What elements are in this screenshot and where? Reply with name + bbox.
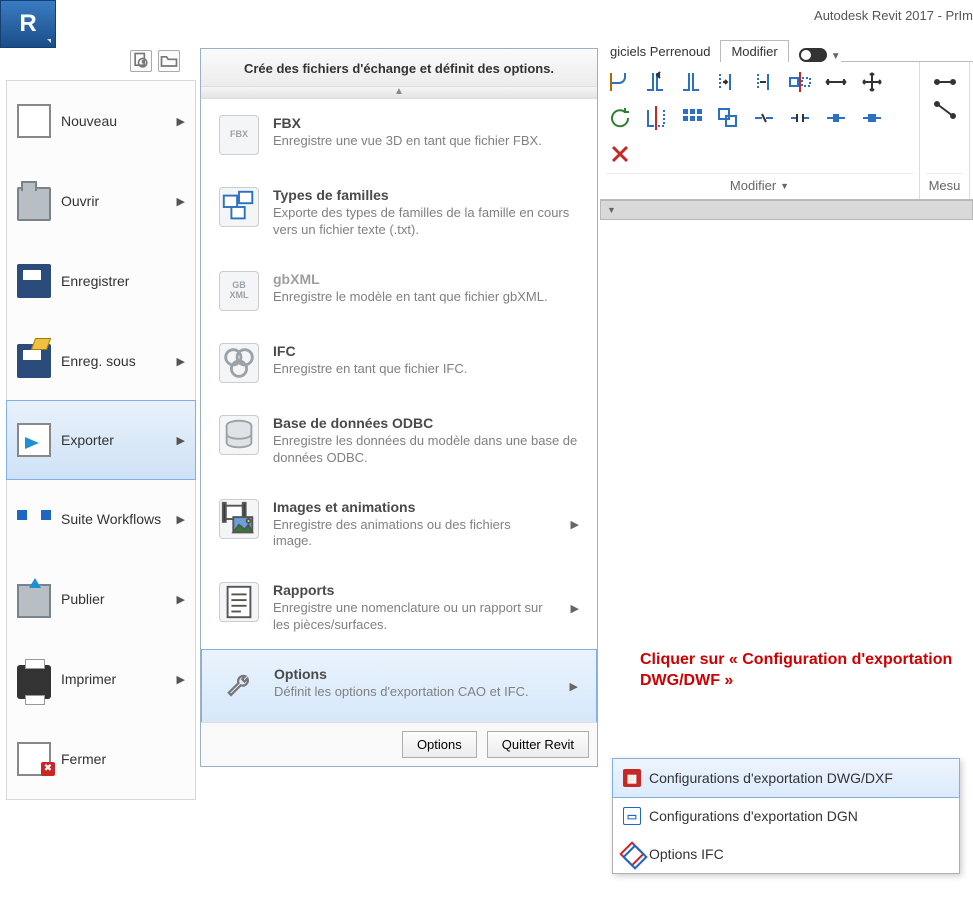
- scroll-up-indicator[interactable]: ▲: [201, 87, 597, 99]
- chevron-right-icon: ▶: [177, 673, 185, 686]
- menu-item-open[interactable]: Ouvrir▶: [7, 161, 195, 241]
- export-submenu: Crée des fichiers d'échange et définit d…: [200, 48, 598, 767]
- flyout-item-dgn[interactable]: ▭ Configurations d'exportation DGN: [613, 797, 959, 835]
- open-icon: [17, 187, 51, 221]
- print-icon: [17, 665, 51, 699]
- flyout-item-dwg-dxf[interactable]: ▦ Configurations d'exportation DWG/DXF: [612, 758, 960, 798]
- export-item-family-types[interactable]: Types de famillesExporte des types de fa…: [201, 171, 597, 255]
- export-item-reports[interactable]: RapportsEnregistre une nomenclature ou u…: [201, 566, 597, 650]
- revit-logo-icon: R: [19, 10, 36, 38]
- trim-arrow-icon[interactable]: [642, 68, 670, 96]
- menu-item-print[interactable]: Imprimer▶: [7, 639, 195, 719]
- fbx-icon: FBX: [219, 115, 259, 155]
- chevron-right-icon: ▶: [571, 602, 579, 615]
- menu-item-new[interactable]: Nouveau▶: [7, 81, 195, 161]
- cope-icon[interactable]: [606, 68, 634, 96]
- export-item-images-animations[interactable]: Images et animationsEnregistre des anima…: [201, 483, 597, 567]
- ifc-icon: [219, 343, 259, 383]
- dgn-icon: ▭: [623, 807, 641, 825]
- family-types-icon: [219, 187, 259, 227]
- app-menu: Nouveau▶ Ouvrir▶ Enregistrer Enreg. sous…: [6, 80, 196, 800]
- ribbon-toggle-switch[interactable]: [799, 48, 827, 62]
- measure-icon[interactable]: [931, 68, 959, 96]
- menu-item-export[interactable]: Exporter▶: [6, 400, 196, 480]
- ribbon-panel-measure: Mesu: [920, 62, 970, 199]
- database-icon: [219, 415, 259, 455]
- export-icon: [17, 423, 51, 457]
- dropdown-indicator-icon[interactable]: ▼: [607, 205, 616, 215]
- chevron-right-icon: ▶: [177, 513, 185, 526]
- move-icon[interactable]: [858, 68, 886, 96]
- chevron-right-icon: ▶: [177, 355, 185, 368]
- wrench-icon: [220, 666, 260, 706]
- menu-item-save-as[interactable]: Enreg. sous▶: [7, 321, 195, 401]
- options-flyout: ▦ Configurations d'exportation DWG/DXF ▭…: [612, 758, 960, 874]
- chevron-right-icon: ▶: [570, 680, 578, 693]
- ribbon-panel-modify: Modifier▼: [600, 62, 920, 199]
- menu-item-close[interactable]: Fermer: [7, 719, 195, 799]
- mirror-pick-icon[interactable]: [642, 104, 670, 132]
- ribbon-tab-modifier[interactable]: Modifier: [720, 40, 788, 62]
- chevron-down-icon: ▼: [831, 51, 841, 62]
- ribbon-tabs: giciels Perrenoud Modifier ▼: [600, 38, 973, 62]
- images-icon: [219, 499, 259, 539]
- dwg-icon: ▦: [623, 769, 641, 787]
- chevron-right-icon: ▶: [177, 115, 185, 128]
- export-item-odbc[interactable]: Base de données ODBCEnregistre les donné…: [201, 399, 597, 483]
- trim-icon[interactable]: [678, 68, 706, 96]
- publish-icon: [17, 584, 51, 618]
- menu-item-save[interactable]: Enregistrer: [7, 241, 195, 321]
- workflow-icon: [17, 506, 51, 540]
- report-icon: [219, 582, 259, 622]
- chevron-right-icon: ▶: [571, 518, 579, 531]
- export-header: Crée des fichiers d'échange et définit d…: [201, 49, 597, 87]
- export-item-gbxml[interactable]: GB XML gbXMLEnregistre le modèle en tant…: [201, 255, 597, 327]
- title-bar: Autodesk Revit 2017 - PrIm: [0, 0, 973, 30]
- app-menu-footer: Options Quitter Revit: [201, 722, 597, 766]
- array-icon[interactable]: [678, 104, 706, 132]
- mirror-axis-icon[interactable]: [786, 68, 814, 96]
- split-gap-icon[interactable]: [786, 104, 814, 132]
- export-item-fbx[interactable]: FBX FBXEnregistre une vue 3D en tant que…: [201, 99, 597, 171]
- menu-item-suite-workflows[interactable]: Suite Workflows▶: [7, 479, 195, 559]
- rotate-icon[interactable]: [606, 104, 634, 132]
- ifc-options-icon: [623, 845, 641, 863]
- chevron-right-icon: ▶: [177, 434, 185, 447]
- close-icon: [17, 742, 51, 776]
- panel-title-measure: Mesu: [926, 173, 963, 193]
- dropdown-arrow-icon: [47, 39, 51, 43]
- measure-between-icon[interactable]: [931, 96, 959, 124]
- recent-doc-icon[interactable]: [130, 50, 152, 72]
- export-item-options[interactable]: OptionsDéfinit les options d'exportation…: [201, 649, 597, 723]
- flyout-item-ifc[interactable]: Options IFC: [613, 835, 959, 873]
- panel-title-modify[interactable]: Modifier▼: [606, 173, 913, 193]
- quick-access-toolbar: [130, 50, 180, 72]
- save-as-icon: [17, 344, 51, 378]
- scale-icon[interactable]: [714, 104, 742, 132]
- open-doc-icon[interactable]: [158, 50, 180, 72]
- options-bar: ▼: [600, 200, 973, 220]
- unpin-icon[interactable]: [858, 104, 886, 132]
- gbxml-icon: GB XML: [219, 271, 259, 311]
- ribbon-tab-perrenoud[interactable]: giciels Perrenoud: [600, 41, 720, 62]
- options-button[interactable]: Options: [402, 731, 477, 758]
- application-menu-button[interactable]: R: [0, 0, 56, 48]
- quit-revit-button[interactable]: Quitter Revit: [487, 731, 589, 758]
- pin-icon[interactable]: [822, 104, 850, 132]
- split-icon[interactable]: [750, 104, 778, 132]
- chevron-right-icon: ▶: [177, 195, 185, 208]
- save-icon: [17, 264, 51, 298]
- annotation-instruction: Cliquer sur « Configuration d'exportatio…: [640, 650, 960, 692]
- menu-item-publish[interactable]: Publier▶: [7, 559, 195, 639]
- new-icon: [17, 104, 51, 138]
- align-icon[interactable]: [714, 68, 742, 96]
- export-item-ifc[interactable]: IFCEnregistre en tant que fichier IFC.: [201, 327, 597, 399]
- offset-icon[interactable]: [750, 68, 778, 96]
- ribbon-body: Modifier▼ Mesu: [600, 62, 973, 200]
- dimension-icon[interactable]: [822, 68, 850, 96]
- app-title: Autodesk Revit 2017 - PrIm: [814, 8, 973, 23]
- delete-icon[interactable]: [606, 140, 634, 168]
- chevron-right-icon: ▶: [177, 593, 185, 606]
